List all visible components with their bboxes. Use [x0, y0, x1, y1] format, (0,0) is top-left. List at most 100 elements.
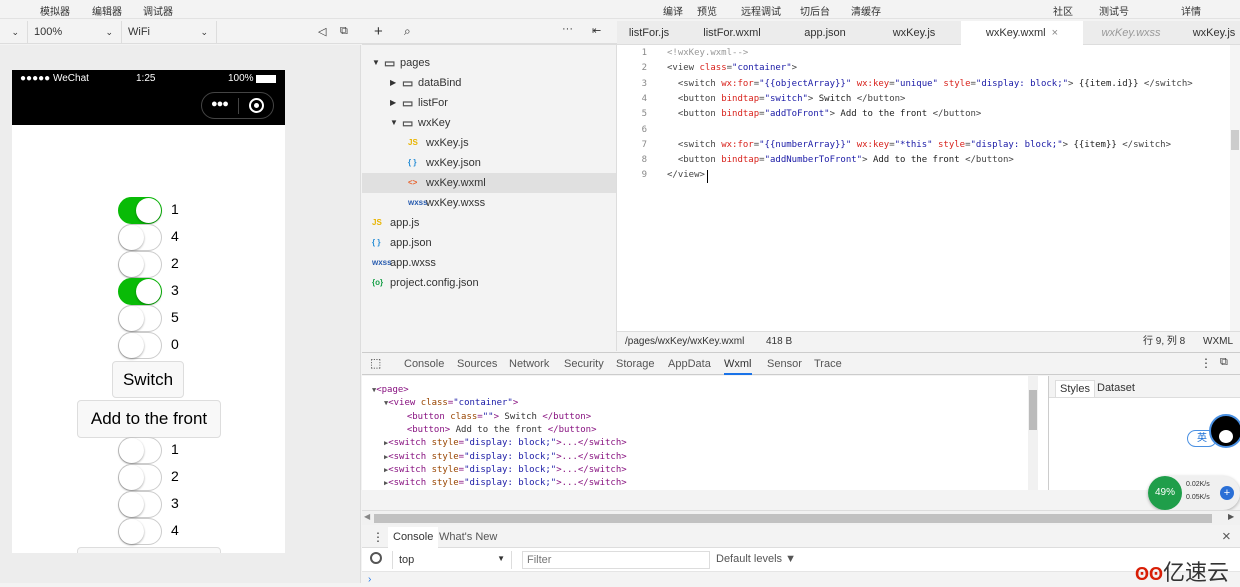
log-levels-select[interactable]: Default levels ▼	[716, 553, 796, 565]
menu-item-right-2[interactable]: 详情	[1181, 3, 1201, 18]
tab-app-json[interactable]: app.json	[783, 21, 867, 45]
console-prompt-icon[interactable]: ›	[368, 574, 371, 585]
wxml-node[interactable]: <button> Add to the front </button>	[396, 425, 597, 435]
wxml-node[interactable]: <button class=""> Switch </button>	[396, 412, 591, 422]
tree-item[interactable]: wxss app.wxss	[362, 253, 616, 273]
switch-toggle[interactable]	[118, 464, 162, 491]
close-drawer-icon[interactable]: ×	[1222, 528, 1231, 545]
tab-trace[interactable]: Trace	[814, 353, 842, 375]
expand-arrow-icon[interactable]: ▶	[390, 93, 396, 113]
filter-input[interactable]	[522, 551, 710, 569]
switch-toggle[interactable]	[118, 224, 162, 251]
tab-wxKey-wxss[interactable]: wxKey.wxss	[1083, 21, 1179, 45]
tab-dataset[interactable]: Dataset	[1097, 382, 1135, 394]
menu-item-center-2[interactable]: 远程调试	[741, 3, 781, 18]
wxml-node[interactable]: ▶<switch style="display: block;">...</sw…	[384, 478, 627, 488]
switch-toggle[interactable]	[118, 251, 162, 278]
menu-item-center-0[interactable]: 编译	[663, 3, 683, 18]
switch-toggle[interactable]	[118, 437, 162, 464]
menu-item-right-0[interactable]: 社区	[1053, 3, 1073, 18]
menu-item-center-3[interactable]: 切后台	[800, 3, 830, 18]
tree-item[interactable]: ▼ ▭ wxKey	[362, 113, 616, 133]
switch-toggle[interactable]	[118, 518, 162, 545]
expand-arrow-icon[interactable]: ▼	[372, 53, 380, 73]
tree-item[interactable]: ▶ ▭ listFor	[362, 93, 616, 113]
expand-arrow-icon[interactable]: ▼	[390, 113, 398, 133]
tab-sensor[interactable]: Sensor	[767, 353, 802, 375]
window-icon[interactable]: ⧉	[340, 25, 348, 38]
tab-wxKey-js[interactable]: wxKey.js	[1179, 21, 1240, 45]
tab-listFor-js[interactable]: listFor.js	[617, 21, 681, 45]
tab-wxKey-wxml[interactable]: wxKey.wxml ×	[961, 21, 1083, 45]
tree-item[interactable]: { } wxKey.json	[362, 153, 616, 173]
drawer-menu-icon[interactable]: ⋮	[372, 530, 384, 544]
network-monitor-widget[interactable]: 49% 0.02K/s 0.05K/s +	[1148, 476, 1240, 510]
tab-styles[interactable]: Styles	[1055, 380, 1095, 397]
tree-item[interactable]: wxss wxKey.wxss	[362, 193, 616, 213]
add-to-front-button[interactable]: Add to the front	[77, 400, 221, 438]
menu-item-center-4[interactable]: 清缓存	[851, 3, 881, 18]
tab-wxml[interactable]: Wxml	[724, 353, 752, 375]
wxml-node[interactable]: ▶<switch style="display: block;">...</sw…	[384, 438, 627, 448]
menu-item-left-0[interactable]: 模拟器	[40, 3, 70, 18]
menu-item-right-1[interactable]: 测试号	[1099, 3, 1129, 18]
undock-icon[interactable]: ⧉	[1220, 356, 1228, 369]
switch-toggle[interactable]	[118, 197, 162, 224]
switch-toggle[interactable]	[118, 332, 162, 359]
wxml-node[interactable]: ▶<switch style="display: block;">...</sw…	[384, 465, 627, 475]
more-options-icon[interactable]: ⋮	[1200, 356, 1212, 370]
tab-console[interactable]: Console	[388, 527, 439, 548]
clear-console-icon[interactable]	[370, 552, 382, 564]
plus-icon[interactable]: +	[1220, 486, 1234, 500]
expand-arrow-icon[interactable]: ▶	[390, 73, 396, 93]
tab-sources[interactable]: Sources	[457, 353, 497, 375]
tab-whats-new[interactable]: What's New	[439, 527, 497, 548]
scroll-left-icon[interactable]: ◀	[364, 512, 370, 521]
add-icon[interactable]: +	[374, 23, 383, 40]
more-icon[interactable]: ●●●	[211, 98, 229, 110]
menu-item-center-1[interactable]: 预览	[697, 3, 717, 18]
wxml-scrollbar[interactable]	[1028, 376, 1038, 490]
menu-item-left-2[interactable]: 调试器	[143, 3, 173, 18]
horizontal-scrollbar[interactable]: ◀ ▶	[362, 510, 1240, 525]
close-tab-icon[interactable]: ×	[1052, 27, 1058, 39]
add-number-to-front-button[interactable]	[77, 547, 221, 553]
tree-item[interactable]: <> wxKey.wxml	[362, 173, 616, 193]
switch-toggle[interactable]	[118, 305, 162, 332]
qq-penguin-icon[interactable]	[1209, 414, 1240, 448]
close-miniprogram-icon[interactable]	[249, 98, 264, 113]
tree-item[interactable]: ▼ ▭ pages	[362, 53, 616, 73]
tab-storage[interactable]: Storage	[616, 353, 655, 375]
wxml-node[interactable]: ▶<switch style="display: block;">...</sw…	[384, 452, 627, 462]
code-editor[interactable]: 1 <!wxKey.wxml--> 2 <view class="container"…	[617, 45, 1240, 331]
wxml-node[interactable]: ▼<page>	[372, 385, 409, 395]
tree-item[interactable]: ▶ ▭ dataBind	[362, 73, 616, 93]
switch-toggle[interactable]	[118, 278, 162, 305]
network-select[interactable]: WiFi ⌄	[122, 21, 217, 44]
switch-button[interactable]: Switch	[112, 361, 184, 398]
tree-item[interactable]: JS app.js	[362, 213, 616, 233]
scroll-right-icon[interactable]: ▶	[1228, 512, 1234, 521]
tab-wxKey-js[interactable]: wxKey.js	[867, 21, 961, 45]
more-icon[interactable]: ···	[562, 23, 573, 35]
language-mode[interactable]: WXML	[1203, 332, 1233, 352]
collapse-panel-icon[interactable]: ⇤	[592, 24, 601, 37]
tab-listFor-wxml[interactable]: listFor.wxml	[681, 21, 783, 45]
tree-item[interactable]: { } app.json	[362, 233, 616, 253]
tree-item[interactable]: JS wxKey.js	[362, 133, 616, 153]
tab-security[interactable]: Security	[564, 353, 604, 375]
tab-appdata[interactable]: AppData	[668, 353, 711, 375]
mute-icon[interactable]: ◁	[318, 25, 326, 38]
menu-item-left-1[interactable]: 编辑器	[92, 3, 122, 18]
tab-console[interactable]: Console	[404, 353, 444, 375]
editor-scrollbar[interactable]	[1230, 45, 1240, 331]
wxml-node[interactable]: ▼<view class="container">	[384, 398, 518, 408]
inspect-element-icon[interactable]: ⬚	[370, 356, 381, 370]
search-icon[interactable]: ⌕	[404, 24, 411, 39]
tab-network[interactable]: Network	[509, 353, 549, 375]
switch-toggle[interactable]	[118, 491, 162, 518]
tree-item[interactable]: {o} project.config.json	[362, 273, 616, 293]
device-select[interactable]: ⌄	[0, 21, 28, 44]
context-select[interactable]: top ▼	[392, 551, 512, 569]
zoom-select[interactable]: 100% ⌄	[28, 21, 122, 44]
